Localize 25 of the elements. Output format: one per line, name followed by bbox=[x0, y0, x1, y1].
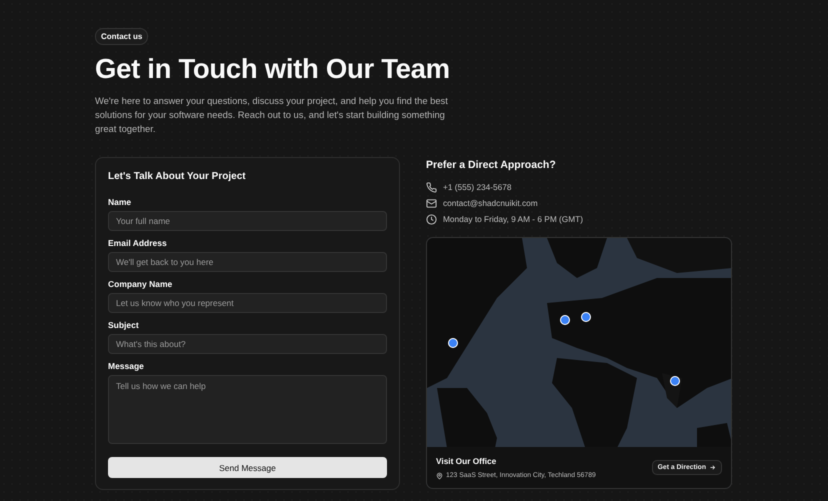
mail-icon bbox=[426, 198, 437, 208]
arrow-right-icon bbox=[709, 464, 716, 471]
field-label: Company Name bbox=[108, 279, 174, 289]
contact-text: Monday to Friday, 9 AM - 6 PM (GMT) bbox=[443, 214, 584, 224]
field-label: Message bbox=[108, 361, 145, 371]
section-title: Prefer a Direct Approach? bbox=[426, 159, 557, 171]
clock-icon bbox=[426, 214, 437, 224]
field-label: Name bbox=[108, 197, 132, 207]
input-field[interactable]: What's this about? bbox=[108, 334, 387, 354]
input-field[interactable]: We'll get back to you here bbox=[108, 252, 387, 272]
phone-icon bbox=[426, 182, 437, 192]
input-field[interactable]: Your full name bbox=[108, 211, 387, 231]
contact-text: +1 (555) 234-5678 bbox=[443, 182, 512, 192]
send-button[interactable]: Send Message bbox=[108, 457, 387, 478]
input-field[interactable]: Let us know who you represent bbox=[108, 293, 387, 313]
page-title: Get in Touch with Our Team bbox=[95, 53, 451, 85]
contact-badge: Contact us bbox=[95, 28, 148, 45]
form-title: Let's Talk About Your Project bbox=[108, 171, 247, 182]
field-label: Email Address bbox=[108, 238, 168, 248]
contact-text: contact@shadcnuikit.com bbox=[443, 198, 538, 208]
intro-text: We're here to answer your questions, discuss your project, and help you find the best solutions for your software needs. Reach out to us, and let's start building something great together. bbox=[95, 94, 449, 136]
message-field[interactable]: Tell us how we can help bbox=[108, 375, 387, 444]
office-title: Visit Our Office bbox=[436, 456, 498, 466]
location-pin-icon bbox=[436, 472, 443, 480]
field-label: Subject bbox=[108, 320, 140, 330]
